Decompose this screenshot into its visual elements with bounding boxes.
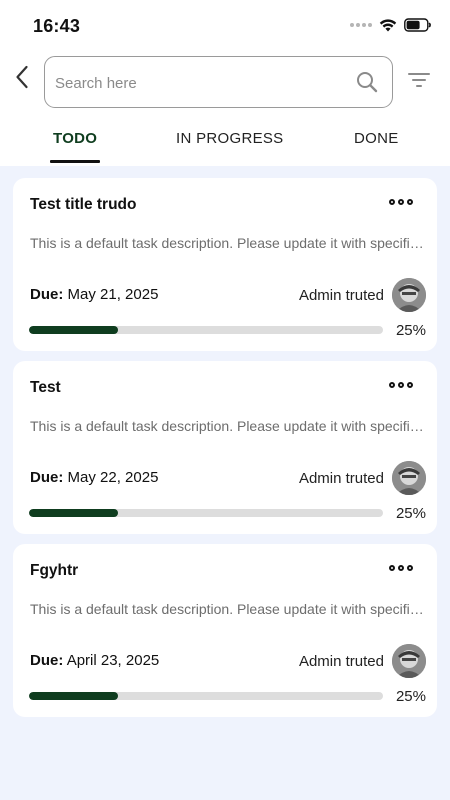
assignee-name: Admin truted bbox=[298, 653, 384, 670]
due-date-value: May 22, 2025 bbox=[67, 469, 159, 486]
more-options-icon[interactable] bbox=[389, 199, 413, 205]
due-date: Due: April 23, 2025 bbox=[30, 652, 159, 669]
more-options-icon[interactable] bbox=[389, 565, 413, 571]
status-tabs: TODO IN PROGRESS DONE bbox=[0, 116, 450, 166]
progress-bar bbox=[29, 509, 383, 517]
task-list: Test title trudo This is a default task … bbox=[0, 166, 450, 800]
filter-button[interactable] bbox=[408, 72, 430, 93]
back-button[interactable] bbox=[8, 62, 36, 92]
tab-done[interactable]: DONE bbox=[354, 130, 399, 147]
search-input[interactable] bbox=[55, 71, 345, 95]
search-icon[interactable] bbox=[356, 71, 378, 93]
avatar bbox=[392, 644, 426, 678]
due-date: Due: May 22, 2025 bbox=[30, 469, 158, 486]
task-description: This is a default task description. Plea… bbox=[30, 601, 427, 617]
progress-fill bbox=[29, 326, 118, 334]
progress-bar bbox=[29, 326, 383, 334]
battery-icon bbox=[404, 18, 431, 32]
task-title: Test bbox=[30, 379, 61, 396]
due-date-value: April 23, 2025 bbox=[66, 652, 160, 669]
due-label: Due: bbox=[30, 469, 64, 486]
due-label: Due: bbox=[30, 652, 64, 669]
progress-fill bbox=[29, 509, 118, 517]
more-options-icon[interactable] bbox=[389, 382, 413, 388]
progress-percent: 25% bbox=[395, 688, 426, 705]
chevron-left-icon bbox=[16, 65, 28, 89]
cellular-dots-icon bbox=[350, 23, 372, 27]
avatar bbox=[392, 461, 426, 495]
filter-icon bbox=[408, 73, 430, 87]
progress-bar bbox=[29, 692, 383, 700]
due-date-value: May 21, 2025 bbox=[67, 286, 159, 303]
task-card[interactable]: Fgyhtr This is a default task descriptio… bbox=[13, 544, 437, 717]
assignee-name: Admin truted bbox=[298, 470, 384, 487]
wifi-icon bbox=[379, 19, 397, 32]
progress-fill bbox=[29, 692, 118, 700]
due-date: Due: May 21, 2025 bbox=[30, 286, 158, 303]
progress-percent: 25% bbox=[395, 505, 426, 522]
tab-todo[interactable]: TODO bbox=[53, 130, 97, 147]
task-card[interactable]: Test title trudo This is a default task … bbox=[13, 178, 437, 351]
status-icons bbox=[350, 18, 432, 32]
tab-in-progress[interactable]: IN PROGRESS bbox=[176, 130, 284, 147]
avatar bbox=[392, 278, 426, 312]
status-bar: 16:43 bbox=[0, 0, 450, 50]
task-title: Fgyhtr bbox=[30, 562, 79, 579]
task-card[interactable]: Test This is a default task description.… bbox=[13, 361, 437, 534]
search-box[interactable] bbox=[44, 56, 393, 108]
task-description: This is a default task description. Plea… bbox=[30, 418, 427, 434]
progress-percent: 25% bbox=[395, 322, 426, 339]
task-title: Test title trudo bbox=[30, 196, 137, 213]
active-tab-indicator bbox=[50, 160, 100, 163]
task-description: This is a default task description. Plea… bbox=[30, 235, 427, 251]
due-label: Due: bbox=[30, 286, 64, 303]
search-row bbox=[0, 50, 450, 116]
assignee-name: Admin truted bbox=[298, 287, 384, 304]
status-time: 16:43 bbox=[33, 16, 81, 36]
